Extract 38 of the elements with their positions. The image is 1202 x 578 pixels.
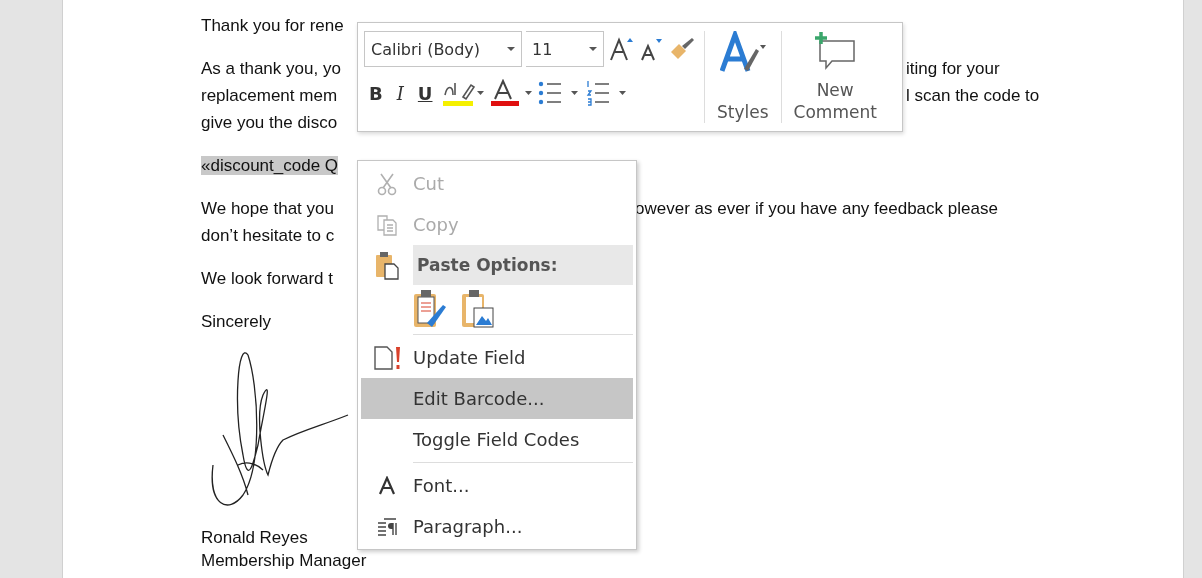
font-name-dropdown[interactable]: Calibri (Body) [364,31,522,67]
scissors-icon [376,171,398,196]
letter-a-icon [378,475,396,496]
document-text: Sincerely [201,312,271,331]
paste-keep-formatting-icon[interactable] [413,289,447,329]
bold-button[interactable]: B [364,80,388,106]
document-text: don’t hesitate to c [201,226,335,245]
underline-button[interactable]: U [412,80,438,106]
font-size-dropdown[interactable]: 11 [526,31,604,67]
menu-header: Paste Options: [413,245,633,285]
menu-item[interactable]: Font... [361,465,633,506]
italic-button[interactable]: I [391,80,409,106]
menu-item[interactable]: Paragraph... [361,506,633,547]
font-color-icon[interactable] [489,79,534,107]
copy-icon [376,212,398,237]
document-text: give you the disco [201,113,338,132]
menu-item[interactable]: Edit Barcode... [361,378,633,419]
new-comment-button[interactable]: New Comment [789,31,881,123]
document-text: replacement mem [201,86,338,105]
document-warning-icon [372,344,402,371]
menu-item[interactable]: Update Field [361,337,633,378]
shrink-font-icon[interactable] [638,36,664,62]
styles-button[interactable]: Styles [713,31,773,123]
menu-item[interactable]: Toggle Field Codes [361,419,633,460]
document-text: We look forward t [201,269,333,288]
document-text: Thank you for rene [201,16,344,35]
document-text: iting for your [906,58,1000,80]
document-text: We hope that you [201,199,334,218]
document-text: owever as ever if you have any feedback please [635,198,998,220]
document-text: Ronald Reyes [201,528,308,547]
grow-font-icon[interactable] [608,36,634,62]
paragraph-icon [376,516,398,537]
paste-picture-icon[interactable] [461,289,495,329]
clipboard-icon [375,250,399,280]
document-text: «discount_code Q [201,156,339,175]
document-text: Membership Manager [201,551,367,570]
document-text: As a thank you, yo [201,59,341,78]
document-text: l scan the code to [906,85,1040,107]
